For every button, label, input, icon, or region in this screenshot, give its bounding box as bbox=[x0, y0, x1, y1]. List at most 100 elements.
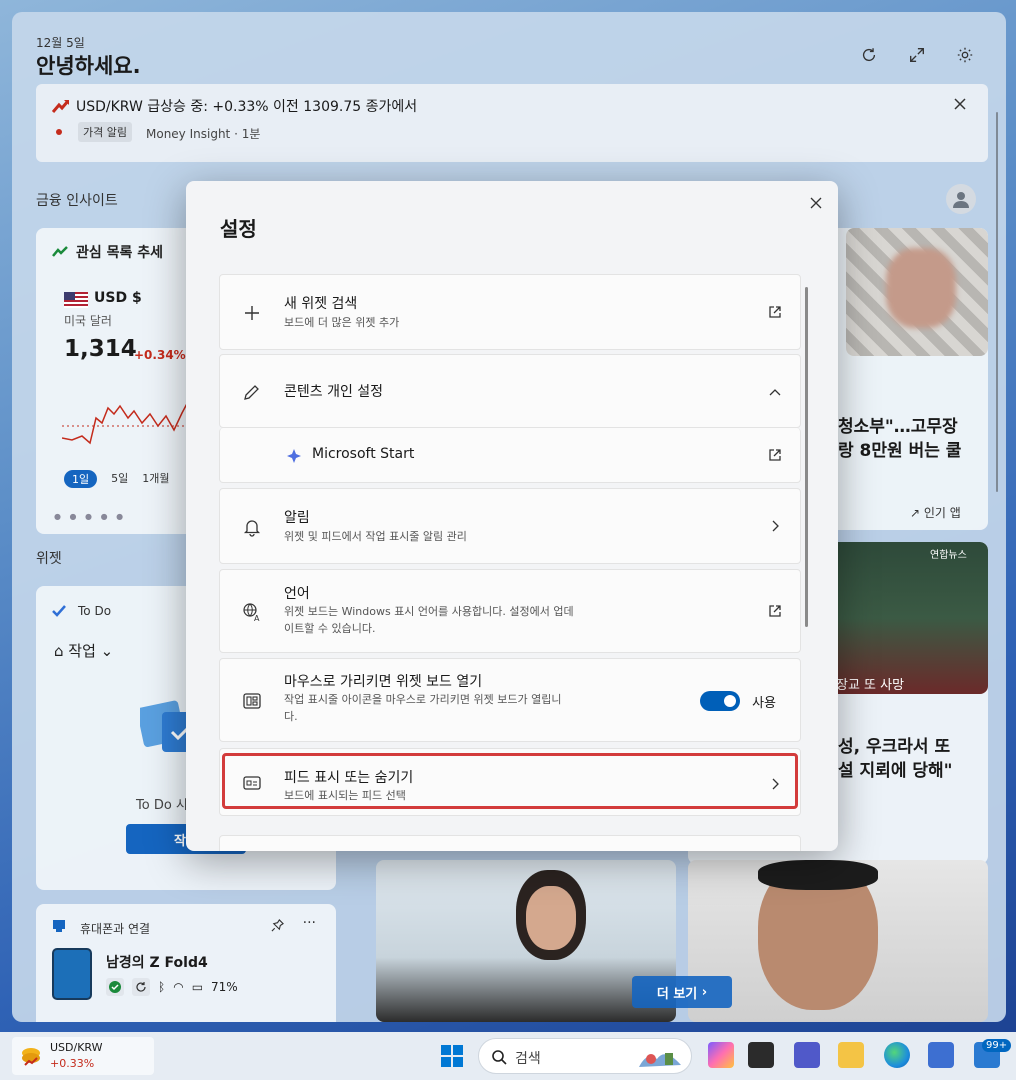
row-title: 알림 bbox=[284, 510, 310, 526]
expand-icon[interactable] bbox=[906, 44, 928, 66]
trending-text: 인기 앱 bbox=[923, 506, 961, 520]
pin-icon[interactable] bbox=[271, 919, 284, 932]
find-widgets-row[interactable]: 새 위젯 검색 보드에 더 많은 위젯 추가 bbox=[219, 274, 801, 350]
language-row[interactable]: A 언어 위젯 보드는 Windows 표시 언어를 사용합니다. 설정에서 업… bbox=[219, 569, 801, 653]
content-personalization-row[interactable]: 콘텐츠 개인 설정 bbox=[219, 354, 801, 428]
microsoft-start-icon bbox=[282, 444, 306, 468]
us-flag-icon bbox=[64, 292, 88, 308]
sync-icon[interactable] bbox=[132, 978, 150, 996]
next-settings-row[interactable] bbox=[219, 835, 801, 851]
currency-value: 1,314 bbox=[64, 336, 137, 362]
sync-check-icon bbox=[106, 978, 124, 996]
row-title: 새 위젯 검색 bbox=[284, 296, 358, 312]
currency-subtitle: 미국 달러 bbox=[64, 314, 112, 328]
todo-check-icon bbox=[52, 605, 66, 617]
price-alert-banner[interactable]: USD/KRW 급상승 중: +0.33% 이전 1309.75 종가에서 가격… bbox=[36, 84, 988, 162]
language-icon: A bbox=[240, 600, 264, 624]
carousel-dots[interactable]: ● ● ● ● ● bbox=[54, 512, 126, 521]
news-headline[interactable]: 성, 우크라서 또 설 지뢰에 당해" bbox=[838, 736, 953, 784]
range-tab-1m[interactable]: 1개월 bbox=[142, 470, 169, 488]
taskbar-widget-button[interactable]: USD/KRW +0.33% bbox=[12, 1037, 154, 1075]
news-photo[interactable] bbox=[376, 860, 676, 1022]
phone-device-name: 남경의 Z Fold4 bbox=[106, 955, 208, 971]
currency-change: +0.34% bbox=[134, 348, 186, 362]
phone-status-row: ᛒ ◠ ▭ 71% bbox=[106, 978, 238, 996]
file-explorer-icon[interactable] bbox=[838, 1042, 864, 1068]
notifications-row[interactable]: 알림 위젯 및 피드에서 작업 표시줄 알림 관리 bbox=[219, 488, 801, 564]
widget-board-icon bbox=[240, 689, 264, 713]
more-options-icon[interactable]: ··· bbox=[303, 915, 316, 931]
external-link-icon bbox=[766, 602, 784, 620]
finance-section-label: 금융 인사이트 bbox=[36, 193, 118, 209]
news-source-badge: 연합뉴스 bbox=[930, 550, 967, 561]
more-news-label: 더 보기 bbox=[656, 986, 698, 1002]
row-title: 콘텐츠 개인 설정 bbox=[284, 384, 384, 400]
dialog-scrollbar[interactable] bbox=[805, 287, 808, 627]
taskbar: USD/KRW +0.33% 검색 bbox=[0, 1032, 1016, 1080]
row-desc: 위젯 보드는 Windows 표시 언어를 사용합니다. 설정에서 업데 이트할… bbox=[284, 605, 574, 636]
todo-empty-text: To Do 시 bbox=[136, 798, 188, 813]
todo-task-label: 작업 bbox=[68, 642, 96, 660]
currency-name: USD $ bbox=[94, 290, 142, 306]
news-photo-caption: 장교 또 사망 bbox=[836, 678, 905, 693]
currency-icon bbox=[22, 1048, 40, 1066]
hover-open-toggle[interactable] bbox=[700, 691, 740, 711]
taskbar-widget-change: +0.33% bbox=[50, 1057, 95, 1070]
board-scrollbar[interactable] bbox=[996, 112, 998, 492]
taskbar-widget-title: USD/KRW bbox=[50, 1041, 103, 1054]
search-placeholder: 검색 bbox=[515, 1051, 541, 1067]
row-title: Microsoft Start bbox=[312, 446, 415, 462]
widgets-section-label: 위젯 bbox=[36, 551, 62, 567]
news-headline[interactable]: 청소부"…고무장 랑 8만원 버는 쿨 bbox=[838, 416, 961, 464]
bell-icon bbox=[240, 515, 264, 539]
pencil-icon bbox=[240, 380, 264, 404]
phone-battery: 71% bbox=[211, 980, 238, 994]
row-desc: 보드에 더 많은 위젯 추가 bbox=[284, 316, 400, 329]
news-photo[interactable] bbox=[688, 860, 988, 1022]
bluetooth-icon: ᛒ bbox=[158, 980, 166, 994]
range-tabs: 1일 5일 1개월 bbox=[64, 470, 170, 488]
todo-label: To Do bbox=[78, 604, 112, 618]
taskbar-search-box[interactable]: 검색 bbox=[478, 1038, 692, 1074]
wifi-icon: ◠ bbox=[173, 980, 184, 994]
board-header-actions bbox=[858, 44, 976, 66]
teams-icon[interactable] bbox=[794, 1042, 820, 1068]
alert-tag: 가격 알림 bbox=[78, 122, 132, 142]
trend-up-icon bbox=[52, 100, 70, 113]
toggle-label: 사용 bbox=[752, 696, 776, 711]
phone-link-icon bbox=[53, 920, 65, 932]
close-icon[interactable] bbox=[952, 96, 968, 112]
windows-start-icon[interactable] bbox=[440, 1044, 464, 1068]
chevron-up-icon bbox=[766, 383, 784, 401]
phone-device-image bbox=[52, 948, 92, 1000]
range-tab-1d[interactable]: 1일 bbox=[64, 470, 98, 488]
todo-list-selector[interactable]: ⌂ 작업 ⌄ bbox=[54, 640, 113, 661]
avatar[interactable] bbox=[946, 184, 976, 214]
trend-up-icon bbox=[52, 246, 68, 257]
task-view-icon[interactable] bbox=[748, 1042, 774, 1068]
row-title: 피드 표시 또는 숨기기 bbox=[284, 770, 414, 786]
row-desc: 위젯 및 피드에서 작업 표시줄 알림 관리 bbox=[284, 530, 467, 543]
show-hide-feed-row[interactable]: 피드 표시 또는 숨기기 보드에 표시되는 피드 선택 bbox=[219, 748, 801, 816]
row-title: 언어 bbox=[284, 586, 310, 602]
gear-icon[interactable] bbox=[954, 44, 976, 66]
microsoft-start-row[interactable]: Microsoft Start bbox=[219, 428, 801, 483]
dialog-title: 설정 bbox=[220, 217, 257, 241]
more-news-button[interactable]: 더 보기 › bbox=[632, 976, 732, 1008]
plus-icon bbox=[240, 301, 264, 325]
copilot-icon[interactable] bbox=[708, 1042, 734, 1068]
row-desc: 보드에 표시되는 피드 선택 bbox=[284, 789, 406, 802]
store-icon[interactable] bbox=[928, 1042, 954, 1068]
notification-badge: 99+ bbox=[982, 1039, 1012, 1052]
hover-open-row: 마우스로 가리키면 위젯 보드 열기 작업 표시줄 아이콘을 마우스로 가리키면… bbox=[219, 658, 801, 742]
search-icon bbox=[492, 1050, 507, 1065]
phone-link-card[interactable]: 휴대폰과 연결 ··· 남경의 Z Fold4 ᛒ ◠ ▭ 71% bbox=[36, 904, 336, 1022]
board-date: 12월 5일 bbox=[36, 36, 85, 50]
edge-icon[interactable] bbox=[884, 1042, 910, 1068]
search-highlight-icon bbox=[639, 1053, 681, 1067]
alert-title: USD/KRW 급상승 중: +0.33% 이전 1309.75 종가에서 bbox=[76, 99, 418, 115]
range-tab-5d[interactable]: 5일 bbox=[111, 470, 128, 488]
close-icon[interactable] bbox=[808, 195, 824, 211]
refresh-icon[interactable] bbox=[858, 44, 880, 66]
external-link-icon bbox=[766, 303, 784, 321]
